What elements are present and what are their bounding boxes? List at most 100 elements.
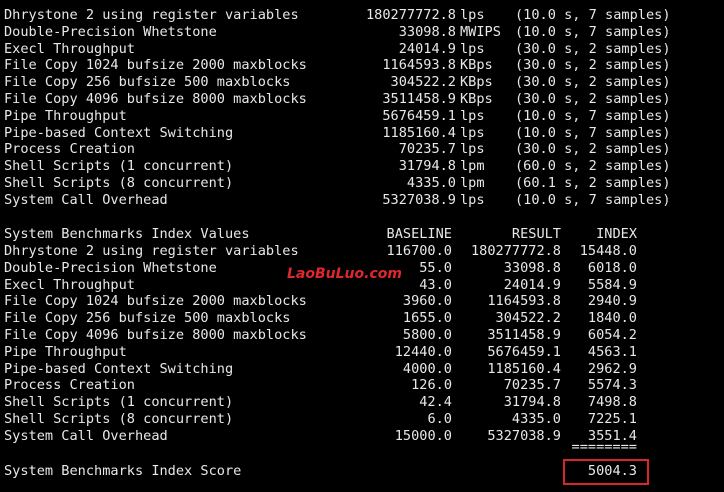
benchmark-name: Double-Precision Whetstone <box>4 23 217 40</box>
benchmark-detail: (30.0 s, 2 samples) <box>515 40 671 57</box>
index-row-index: 15448.0 <box>579 243 637 259</box>
benchmark-name: Shell Scripts (1 concurrent) <box>4 158 234 175</box>
benchmark-value: 180277772.8 <box>365 7 456 23</box>
watermark-text: LaoBuLuo.com <box>287 266 402 282</box>
index-row-baseline: 15000.0 <box>394 427 452 444</box>
benchmark-unit: lps <box>460 7 485 23</box>
index-row-index: 6018.0 <box>587 259 637 276</box>
index-row-name: File Copy 4096 bufsize 8000 maxblocks <box>4 327 307 343</box>
benchmark-unit: lps <box>460 107 485 124</box>
benchmark-value: 33098.8 <box>398 23 456 40</box>
result-column-header: RESULT <box>511 226 561 242</box>
benchmark-name: File Copy 4096 bufsize 8000 maxblocks <box>4 91 307 107</box>
benchmark-value: 70235.7 <box>398 141 456 158</box>
index-row-name: Shell Scripts (8 concurrent) <box>4 411 234 427</box>
index-row-index: 4563.1 <box>587 343 637 360</box>
index-row-index: 7498.8 <box>587 394 637 411</box>
index-score-label: System Benchmarks Index Score <box>4 463 242 479</box>
benchmark-detail: (60.1 s, 2 samples) <box>515 175 671 191</box>
benchmark-unit: lps <box>460 40 485 57</box>
benchmark-value: 304522.2 <box>390 74 456 91</box>
index-row-name: System Call Overhead <box>4 427 168 444</box>
index-row-baseline: 116700.0 <box>386 243 452 259</box>
benchmark-detail: (30.0 s, 2 samples) <box>515 141 671 158</box>
benchmark-unit: lps <box>460 191 485 208</box>
score-highlight-box <box>563 459 649 485</box>
benchmark-detail: (30.0 s, 2 samples) <box>515 91 671 107</box>
index-row-result: 304522.2 <box>495 310 561 327</box>
index-row-index: 6054.2 <box>587 327 637 343</box>
index-row-baseline: 5800.0 <box>402 327 452 343</box>
benchmark-name: Pipe-based Context Switching <box>4 124 234 141</box>
index-row-baseline: 12440.0 <box>394 343 452 360</box>
benchmark-detail: (60.0 s, 2 samples) <box>515 158 671 175</box>
index-table-header: System Benchmarks Index Values BASELINE … <box>4 226 637 243</box>
index-row-name: Double-Precision Whetstone <box>4 259 217 276</box>
index-row-result: 3511458.9 <box>487 327 561 343</box>
benchmark-name: Pipe Throughput <box>4 107 127 124</box>
benchmark-unit: KBps <box>460 74 493 91</box>
index-row-result: 5327038.9 <box>487 427 561 444</box>
index-row-result: 180277772.8 <box>470 243 561 259</box>
index-row-result: 24014.9 <box>503 276 561 293</box>
index-separator: ======== <box>4 440 637 456</box>
benchmark-unit: lps <box>460 141 485 158</box>
index-row-result: 1164593.8 <box>487 293 561 310</box>
benchmark-detail: (30.0 s, 2 samples) <box>515 57 671 74</box>
benchmark-name: File Copy 1024 bufsize 2000 maxblocks <box>4 57 307 74</box>
index-row-name: File Copy 1024 bufsize 2000 maxblocks <box>4 293 307 310</box>
index-row-index: 1840.0 <box>587 310 637 327</box>
index-row-baseline: 42.4 <box>419 394 452 411</box>
separator-line: ======== <box>571 439 637 455</box>
index-row-index: 2962.9 <box>587 360 637 377</box>
index-table-title: System Benchmarks Index Values <box>4 226 250 242</box>
index-row-result: 31794.8 <box>503 394 561 411</box>
index-row-result: 70235.7 <box>503 377 561 394</box>
benchmark-name: Process Creation <box>4 141 135 158</box>
benchmark-value: 5676459.1 <box>382 107 456 124</box>
benchmark-detail: (10.0 s, 7 samples) <box>515 107 671 124</box>
index-row-baseline: 1655.0 <box>402 310 452 327</box>
benchmark-value: 24014.9 <box>398 40 456 57</box>
benchmark-value: 1164593.8 <box>382 57 456 74</box>
index-row-baseline: 3960.0 <box>402 293 452 310</box>
index-row-name: Process Creation <box>4 377 135 394</box>
benchmark-detail: (10.0 s, 7 samples) <box>515 124 671 141</box>
index-row-name: Shell Scripts (1 concurrent) <box>4 394 234 411</box>
benchmark-detail: (10.0 s, 7 samples) <box>515 7 671 23</box>
benchmark-unit: lpm <box>460 175 485 191</box>
benchmark-value: 31794.8 <box>398 158 456 175</box>
benchmark-name: System Call Overhead <box>4 191 168 208</box>
index-row-name: File Copy 256 bufsize 500 maxblocks <box>4 310 291 327</box>
benchmark-name: File Copy 256 bufsize 500 maxblocks <box>4 74 291 91</box>
benchmark-detail: (30.0 s, 2 samples) <box>515 74 671 91</box>
benchmark-unit: KBps <box>460 57 493 74</box>
index-row-baseline: 6.0 <box>427 411 452 427</box>
baseline-column-header: BASELINE <box>386 226 452 242</box>
index-row-result: 5676459.1 <box>487 343 561 360</box>
index-score-line: System Benchmarks Index Score 5004.3 <box>4 463 637 480</box>
index-row-name: Execl Throughput <box>4 276 135 293</box>
index-column-header: INDEX <box>596 226 637 242</box>
benchmark-unit: lps <box>460 124 485 141</box>
index-row-result: 33098.8 <box>503 259 561 276</box>
benchmark-name: Shell Scripts (8 concurrent) <box>4 175 234 191</box>
benchmark-value: 5327038.9 <box>382 191 456 208</box>
benchmark-detail: (10.0 s, 7 samples) <box>515 23 671 40</box>
benchmark-value: 1185160.4 <box>382 124 456 141</box>
benchmark-value: 3511458.9 <box>382 91 456 107</box>
benchmark-name: Dhrystone 2 using register variables <box>4 7 299 23</box>
benchmark-unit: MWIPS <box>460 23 501 40</box>
benchmark-unit: KBps <box>460 91 493 107</box>
index-row-index: 5584.9 <box>587 276 637 293</box>
index-row-result: 4335.0 <box>511 411 561 427</box>
benchmark-unit: lpm <box>460 158 485 175</box>
index-row-name: Dhrystone 2 using register variables <box>4 243 299 259</box>
index-row-index: 2940.9 <box>587 293 637 310</box>
terminal-window[interactable]: Dhrystone 2 using register variables 1802… <box>0 0 724 492</box>
index-row-index: 7225.1 <box>587 411 637 427</box>
index-row-result: 1185160.4 <box>487 360 561 377</box>
index-row-baseline: 126.0 <box>411 377 452 394</box>
benchmark-detail: (10.0 s, 7 samples) <box>515 191 671 208</box>
index-row-name: Pipe Throughput <box>4 343 127 360</box>
